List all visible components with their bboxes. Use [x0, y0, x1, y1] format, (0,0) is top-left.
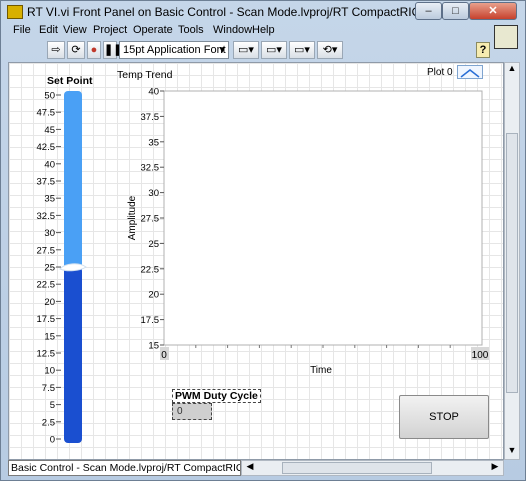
title-bar: RT VI.vi Front Panel on Basic Control - … [1, 1, 525, 23]
menu-project[interactable]: Project [93, 24, 127, 36]
abort-icon[interactable]: ● [87, 41, 101, 59]
set-point-tick-label: 30 [44, 228, 55, 239]
y-tick-label: 40 [148, 87, 159, 98]
menu-file[interactable]: File [13, 24, 31, 36]
vi-connector-icon [494, 25, 518, 49]
set-point-tick-label: 17.5 [37, 314, 56, 325]
set-point-tick-label: 5 [50, 400, 55, 411]
set-point-tick-label: 7.5 [42, 383, 55, 394]
context-help-icon[interactable]: ? [476, 42, 490, 58]
labview-app-icon [7, 5, 23, 19]
close-button[interactable]: ✕ [469, 2, 517, 20]
y-tick-label: 37.5 [141, 112, 160, 123]
set-point-tick-label: 15 [44, 331, 55, 342]
menu-help[interactable]: Help [252, 24, 275, 36]
pwm-duty-cycle-indicator: PWM Duty Cycle 0 [171, 389, 261, 425]
chart-title: Temp Trend [117, 69, 173, 81]
set-point-tick-label: 32.5 [37, 211, 56, 222]
set-point-tick-label: 40 [44, 159, 55, 170]
slider-upper-fill [64, 91, 82, 269]
vertical-scrollbar[interactable]: ▲ ▼ [504, 62, 520, 460]
distribute-objects-icon[interactable]: ▭▾ [261, 41, 287, 59]
font-select[interactable]: 15pt Application Font ▾ [119, 41, 229, 59]
reorder-icon[interactable]: ⟲▾ [317, 41, 343, 59]
pwm-value: 0 [172, 403, 212, 420]
set-point-tick-label: 2.5 [42, 417, 55, 428]
status-bar-context: Basic Control - Scan Mode.lvproj/RT Comp… [8, 460, 241, 476]
plot-legend-swatch[interactable] [457, 65, 483, 79]
chevron-down-icon: ▾ [219, 44, 225, 56]
y-tick-label: 20 [148, 290, 159, 301]
set-point-tick-label: 50 [44, 91, 55, 102]
set-point-tick-label: 42.5 [37, 142, 56, 153]
menu-tools[interactable]: Tools [178, 24, 204, 36]
y-tick-label: 35 [148, 137, 159, 148]
run-arrow-icon[interactable]: ⇨ [47, 41, 65, 59]
stop-button[interactable]: STOP [399, 395, 489, 439]
slider-thumb[interactable] [59, 263, 87, 272]
scroll-up-icon[interactable]: ▲ [506, 63, 518, 77]
scroll-left-icon[interactable]: ◀ [244, 461, 256, 475]
chart-plot-area [163, 90, 483, 346]
pause-icon[interactable]: ❚❚ [103, 41, 122, 59]
set-point-tick-label: 25 [44, 263, 55, 274]
set-point-tick-label: 10 [44, 366, 55, 377]
labview-window: RT VI.vi Front Panel on Basic Control - … [0, 0, 526, 481]
vertical-scroll-thumb[interactable] [506, 133, 518, 393]
y-tick-label: 30 [148, 188, 159, 199]
menu-operate[interactable]: Operate [133, 24, 173, 36]
slider-lower-fill [64, 267, 82, 443]
maximize-button[interactable]: □ [442, 2, 469, 20]
minimize-button[interactable]: – [415, 2, 442, 20]
menu-bar: File Edit View Project Operate Tools Win… [7, 23, 487, 39]
set-point-tick-label: 45 [44, 125, 55, 136]
menu-window[interactable]: Window [213, 24, 252, 36]
window-title: RT VI.vi Front Panel on Basic Control - … [27, 5, 458, 19]
menu-view[interactable]: View [63, 24, 87, 36]
front-panel: Set Point 50 47.5 45 42.5 40 37.5 35 32.5 30 27.5… [8, 62, 504, 460]
scroll-right-icon[interactable]: ▶ [489, 461, 501, 475]
run-continuously-icon[interactable]: ⟳ [67, 41, 85, 59]
horizontal-scroll-thumb[interactable] [282, 462, 432, 474]
set-point-label: Set Point [47, 75, 93, 87]
y-tick-label: 32.5 [141, 163, 160, 174]
y-tick-label: 15 [148, 341, 159, 352]
pwm-label: PWM Duty Cycle [172, 389, 261, 403]
set-point-tick-label: 12.5 [37, 349, 56, 360]
toolbar: ⇨ ⟳ ● ❚❚ 15pt Application Font ▾ ▭▾ ▭▾ ▭▾… [7, 39, 487, 61]
set-point-tick-label: 47.5 [37, 108, 56, 119]
horizontal-scrollbar[interactable]: ◀ ▶ [241, 460, 504, 476]
x-min-tick-label[interactable]: 0 [161, 350, 167, 361]
plot-legend-label: Plot 0 [427, 67, 453, 78]
y-tick-label: 22.5 [141, 264, 160, 275]
menu-edit[interactable]: Edit [39, 24, 58, 36]
plot-line-icon [460, 69, 480, 78]
scroll-down-icon[interactable]: ▼ [506, 445, 518, 459]
set-point-tick-label: 37.5 [37, 177, 56, 188]
set-point-tick-label: 0 [50, 435, 55, 446]
x-max-tick-label[interactable]: 100 [472, 350, 489, 361]
y-axis-label: Amplitude [127, 195, 138, 240]
set-point-tick-label: 20 [44, 297, 55, 308]
align-objects-icon[interactable]: ▭▾ [233, 41, 259, 59]
font-select-value: 15pt Application Font [123, 44, 226, 56]
set-point-tick-label: 22.5 [37, 280, 56, 291]
set-point-tick-label: 35 [44, 194, 55, 205]
y-tick-label: 25 [148, 239, 159, 250]
resize-objects-icon[interactable]: ▭▾ [289, 41, 315, 59]
x-axis-label: Time [310, 365, 332, 376]
y-tick-label: 17.5 [141, 315, 160, 326]
y-tick-label: 27.5 [141, 214, 160, 225]
set-point-tick-label: 27.5 [37, 245, 56, 256]
